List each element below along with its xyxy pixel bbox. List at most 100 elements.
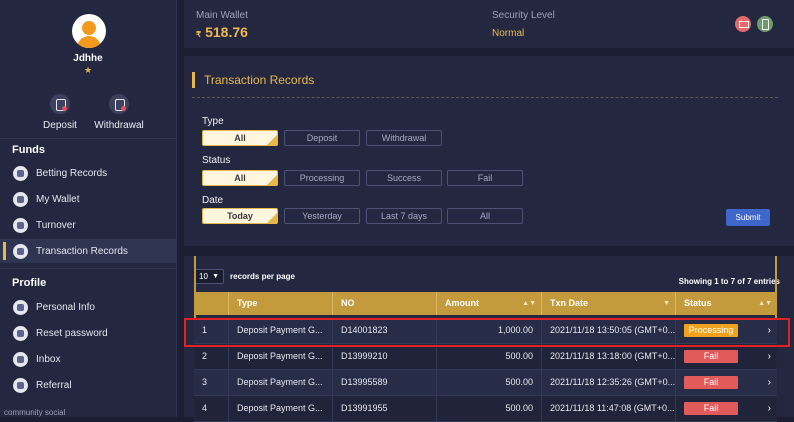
- row-amount: 500.00: [436, 344, 541, 369]
- row-no: D13999210: [332, 344, 436, 369]
- main-wallet-label: Main Wallet: [196, 10, 248, 21]
- chevron-right-icon[interactable]: ›: [768, 370, 771, 395]
- deposit-icon: [50, 94, 70, 114]
- sort-icon[interactable]: ▲▼: [758, 292, 772, 315]
- row-type: Deposit Payment G...: [228, 396, 332, 421]
- dashed-divider: [192, 97, 778, 98]
- row-date: 2021/11/18 11:47:08 (GMT+0...: [541, 396, 675, 421]
- table-row[interactable]: 2 Deposit Payment G... D13999210 500.00 …: [194, 344, 777, 370]
- divider: [0, 138, 176, 139]
- column-header-txn-date[interactable]: Txn Date ▼: [541, 292, 675, 315]
- vip-star-icon: ★: [83, 65, 93, 75]
- row-amount: 500.00: [436, 370, 541, 395]
- date-option-last-7-days[interactable]: Last 7 days: [366, 208, 442, 224]
- profile-section-title: Profile: [12, 277, 47, 289]
- referral-icon: [13, 377, 28, 393]
- mail-icon[interactable]: [735, 16, 751, 32]
- status-option-all[interactable]: All: [202, 170, 278, 186]
- sidebar: Jdhhe ★ Deposit Withdrawal Funds Betting…: [0, 0, 177, 417]
- withdrawal-button[interactable]: Withdrawal: [84, 94, 154, 131]
- phone-icon[interactable]: [757, 16, 773, 32]
- wallet-balance: 518.76: [205, 24, 248, 40]
- column-header-amount[interactable]: Amount ▲▼: [436, 292, 541, 315]
- sidebar-item-label: Turnover: [36, 219, 76, 231]
- type-option-withdrawal[interactable]: Withdrawal: [366, 130, 442, 146]
- row-status-cell: Fail ›: [675, 370, 777, 395]
- row-type: Deposit Payment G...: [228, 344, 332, 369]
- column-header-no[interactable]: NO: [332, 292, 436, 315]
- sidebar-item-referral[interactable]: Referral: [0, 373, 176, 397]
- records-per-page-label: records per page: [230, 272, 295, 281]
- personal-info-icon: [13, 299, 28, 315]
- main-wallet-amount: ₹518.76: [196, 24, 248, 40]
- sidebar-item-my-wallet[interactable]: My Wallet: [0, 187, 176, 211]
- highlight-outline: [184, 318, 790, 347]
- inbox-icon: [13, 351, 28, 367]
- column-header-status[interactable]: Status ▲▼: [675, 292, 777, 315]
- sidebar-item-transaction-records[interactable]: Transaction Records: [0, 239, 176, 263]
- row-no: D13995589: [332, 370, 436, 395]
- sidebar-item-label: Inbox: [36, 353, 61, 365]
- date-option-all[interactable]: All: [447, 208, 523, 224]
- currency-symbol: ₹: [196, 30, 202, 39]
- column-header-label: Amount: [445, 298, 479, 308]
- type-option-deposit[interactable]: Deposit: [284, 130, 360, 146]
- avatar-head-icon: [82, 21, 96, 35]
- avatar-body-icon: [77, 36, 101, 48]
- wallet-icon: [13, 191, 28, 207]
- sidebar-item-label: Referral: [36, 379, 72, 391]
- type-filter-label: Type: [202, 116, 224, 127]
- transaction-records-panel: Transaction Records Type All Deposit Wit…: [184, 56, 794, 246]
- date-option-today[interactable]: Today: [202, 208, 278, 224]
- entries-summary: Showing 1 to 7 of 7 entries: [678, 277, 780, 286]
- sidebar-item-reset-password[interactable]: Reset password: [0, 321, 176, 345]
- row-index: 2: [202, 351, 208, 361]
- sidebar-item-turnover[interactable]: Turnover: [0, 213, 176, 237]
- turnover-icon: [13, 217, 28, 233]
- date-filter-label: Date: [202, 195, 224, 206]
- date-option-yesterday[interactable]: Yesterday: [284, 208, 360, 224]
- chevron-right-icon[interactable]: ›: [768, 344, 771, 369]
- sidebar-item-inbox[interactable]: Inbox: [0, 347, 176, 371]
- status-badge: Fail: [684, 402, 738, 415]
- transaction-records-icon: [13, 243, 28, 259]
- avatar[interactable]: [72, 14, 106, 48]
- sidebar-item-label: Reset password: [36, 327, 108, 339]
- sidebar-item-label: Transaction Records: [36, 245, 128, 257]
- funds-section-title: Funds: [12, 144, 45, 156]
- column-header-label: Txn Date: [550, 298, 589, 308]
- records-per-page-select[interactable]: 10 ▼: [194, 269, 224, 284]
- wallet-bar: Main Wallet ₹518.76 Security Level Norma…: [184, 0, 794, 48]
- row-index: 3: [202, 377, 208, 387]
- status-badge: Fail: [684, 350, 738, 363]
- sidebar-item-label: My Wallet: [36, 193, 80, 205]
- sidebar-item-betting-records[interactable]: Betting Records: [0, 161, 176, 185]
- records-per-page-value: 10: [199, 272, 208, 281]
- username: Jdhhe: [73, 53, 103, 64]
- status-option-processing[interactable]: Processing: [284, 170, 360, 186]
- withdrawal-label: Withdrawal: [94, 120, 144, 131]
- community-social-label: community social: [4, 408, 66, 417]
- sidebar-item-personal-info[interactable]: Personal Info: [0, 295, 176, 319]
- sort-desc-icon[interactable]: ▼: [663, 292, 670, 315]
- row-date: 2021/11/18 13:18:00 (GMT+0...: [541, 344, 675, 369]
- status-option-success[interactable]: Success: [366, 170, 442, 186]
- status-option-fail[interactable]: Fail: [447, 170, 523, 186]
- column-header-type[interactable]: Type: [228, 292, 332, 315]
- column-header-label: Type: [237, 298, 258, 308]
- row-date: 2021/11/18 12:35:26 (GMT+0...: [541, 370, 675, 395]
- submit-button[interactable]: Submit: [726, 209, 770, 226]
- table-row[interactable]: 4 Deposit Payment G... D13991955 500.00 …: [194, 396, 777, 422]
- row-amount: 500.00: [436, 396, 541, 421]
- table-row[interactable]: 3 Deposit Payment G... D13995589 500.00 …: [194, 370, 777, 396]
- chevron-down-icon: ▼: [212, 273, 219, 280]
- type-option-all[interactable]: All: [202, 130, 278, 146]
- panel-title: Transaction Records: [204, 73, 315, 87]
- chevron-right-icon[interactable]: ›: [768, 396, 771, 421]
- column-header-index: [194, 292, 228, 315]
- row-no: D13991955: [332, 396, 436, 421]
- column-header-label: NO: [341, 298, 355, 308]
- withdrawal-icon: [109, 94, 129, 114]
- sort-icon[interactable]: ▲▼: [522, 292, 536, 315]
- sidebar-item-label: Betting Records: [36, 167, 108, 179]
